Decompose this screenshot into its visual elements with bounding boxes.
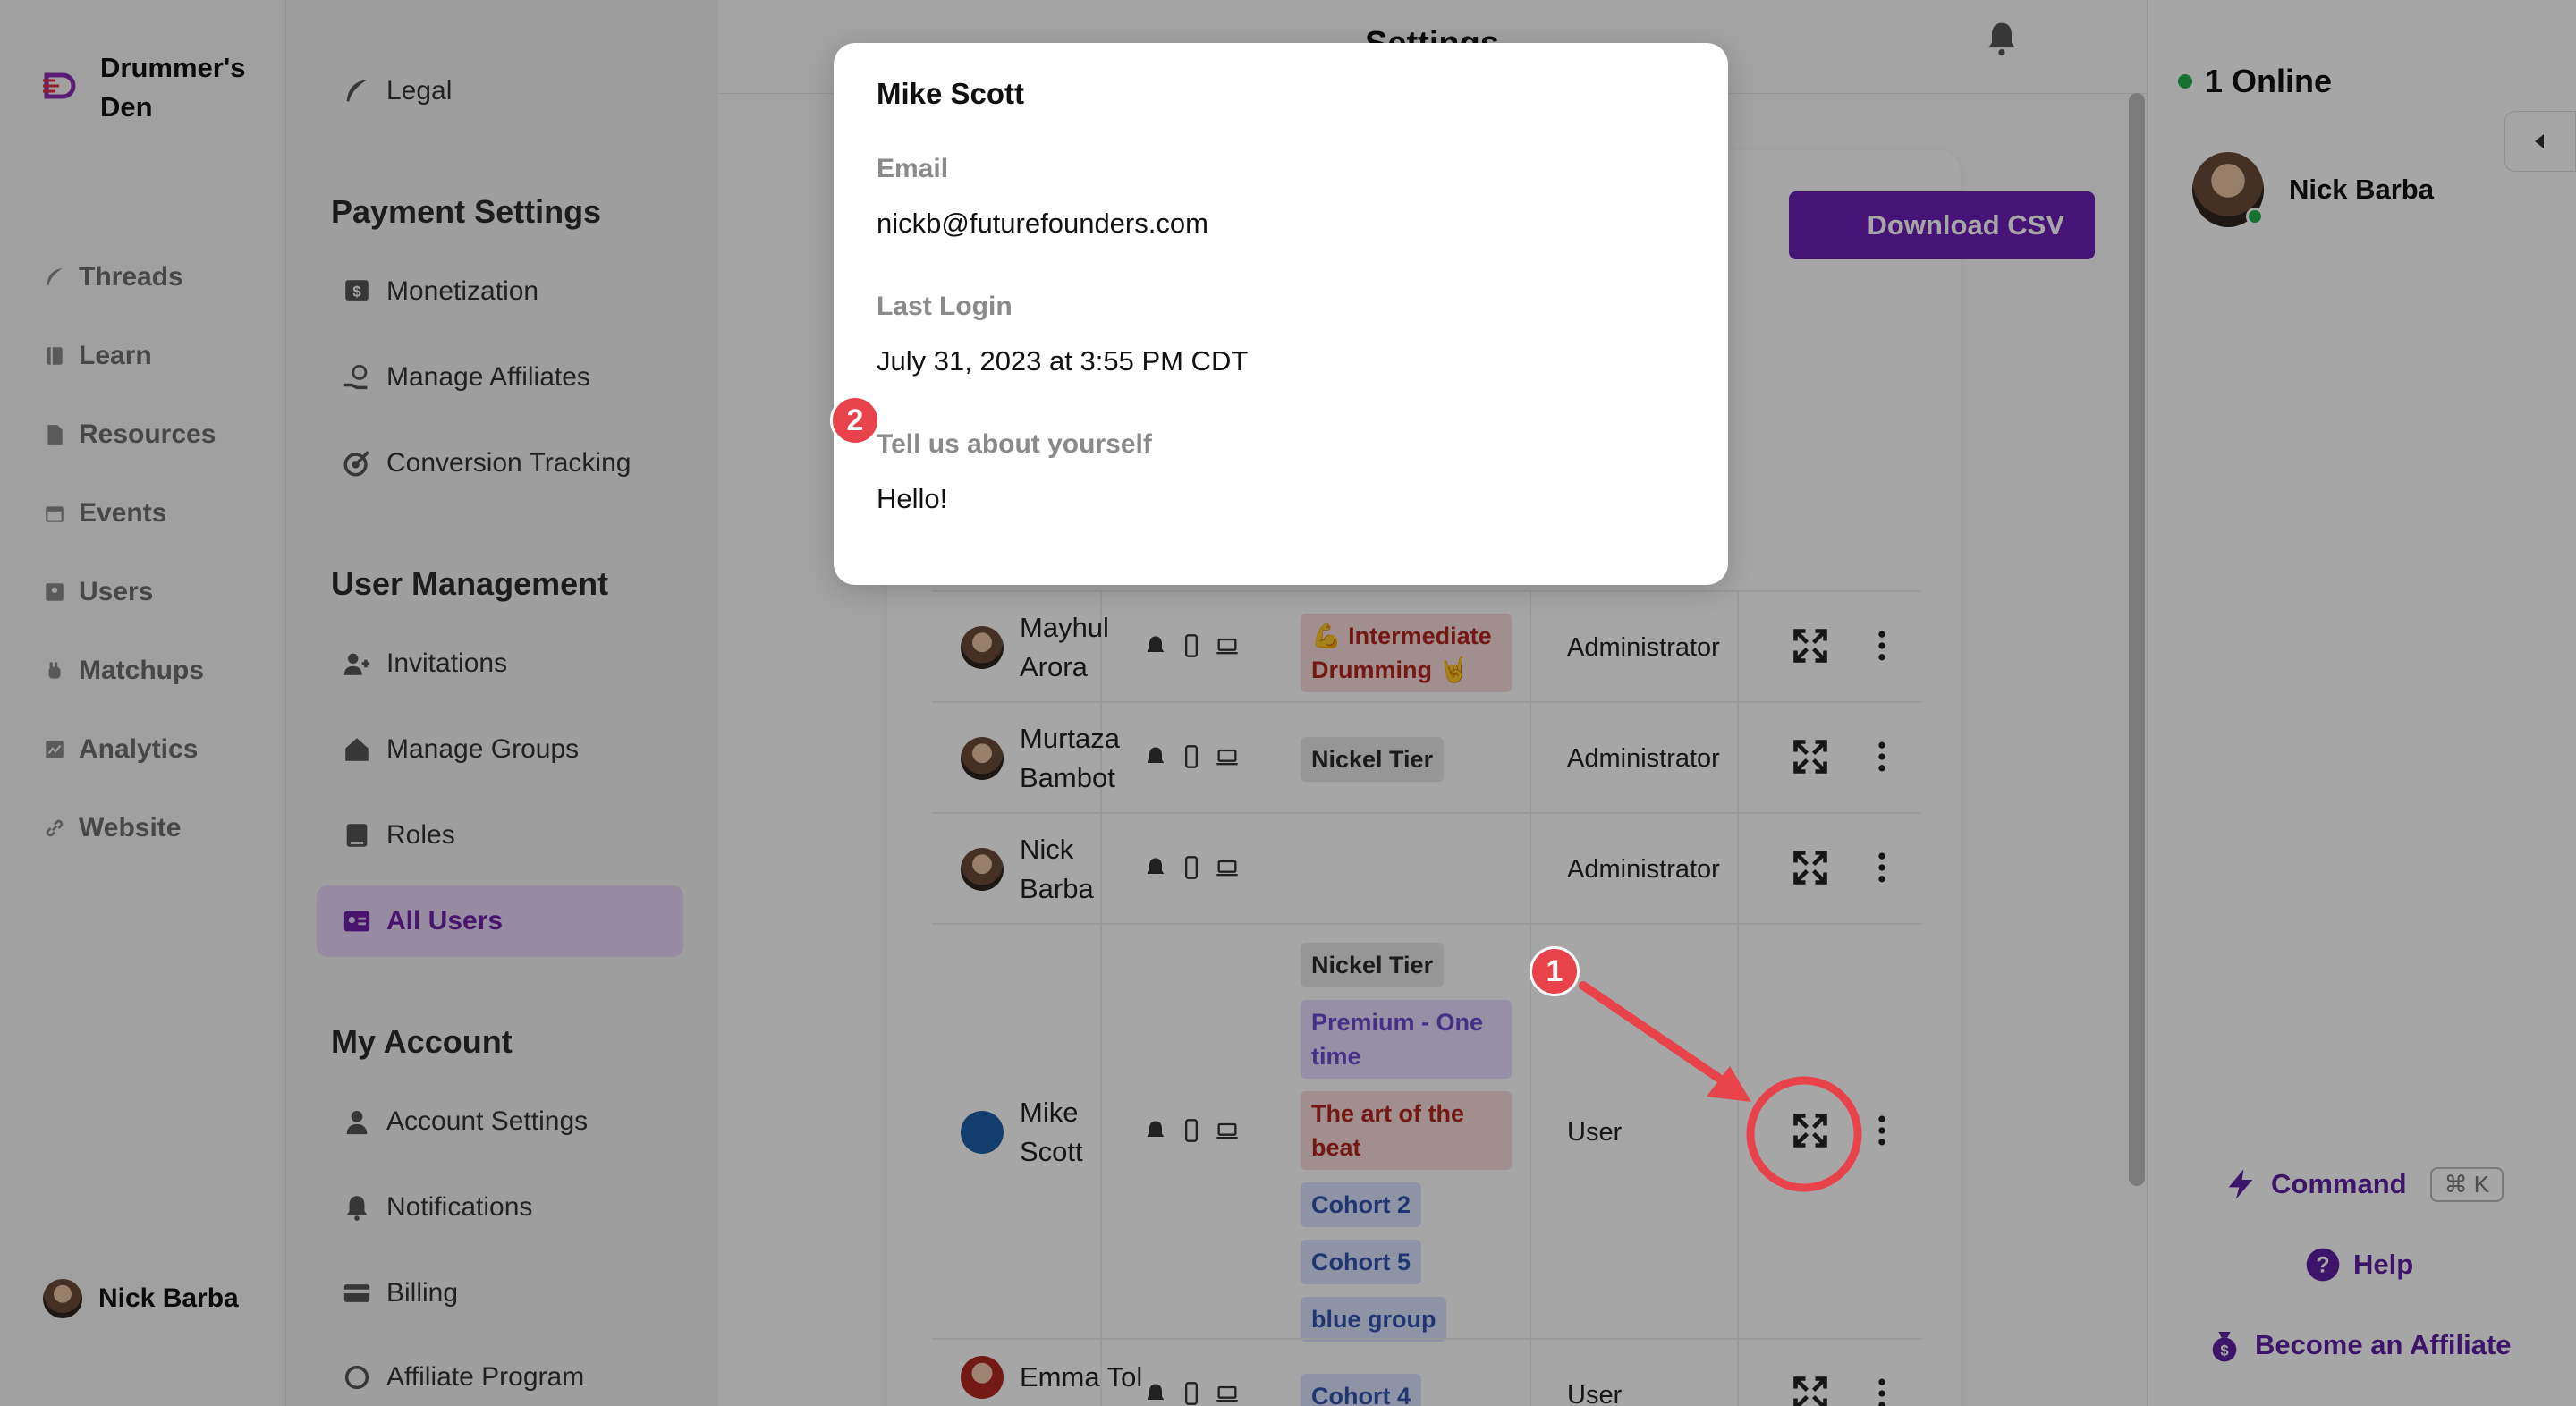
email-label: Email [877, 154, 949, 183]
annotation-badge-1: 1 [1530, 946, 1580, 996]
app-window: Drummer's Den Threads Learn Resources Ev… [0, 0, 2576, 1406]
annotation-badge-2: 2 [830, 395, 880, 445]
email-value: nickb@futurefounders.com [877, 208, 1208, 239]
modal-title: Mike Scott [877, 77, 1025, 110]
user-details-modal: Mike Scott Email nickb@futurefounders.co… [834, 43, 1728, 585]
last-login-value: July 31, 2023 at 3:55 PM CDT [877, 345, 1249, 377]
last-login-label: Last Login [877, 292, 1013, 321]
about-value: Hello! [877, 483, 948, 514]
about-label: Tell us about yourself [877, 429, 1152, 459]
